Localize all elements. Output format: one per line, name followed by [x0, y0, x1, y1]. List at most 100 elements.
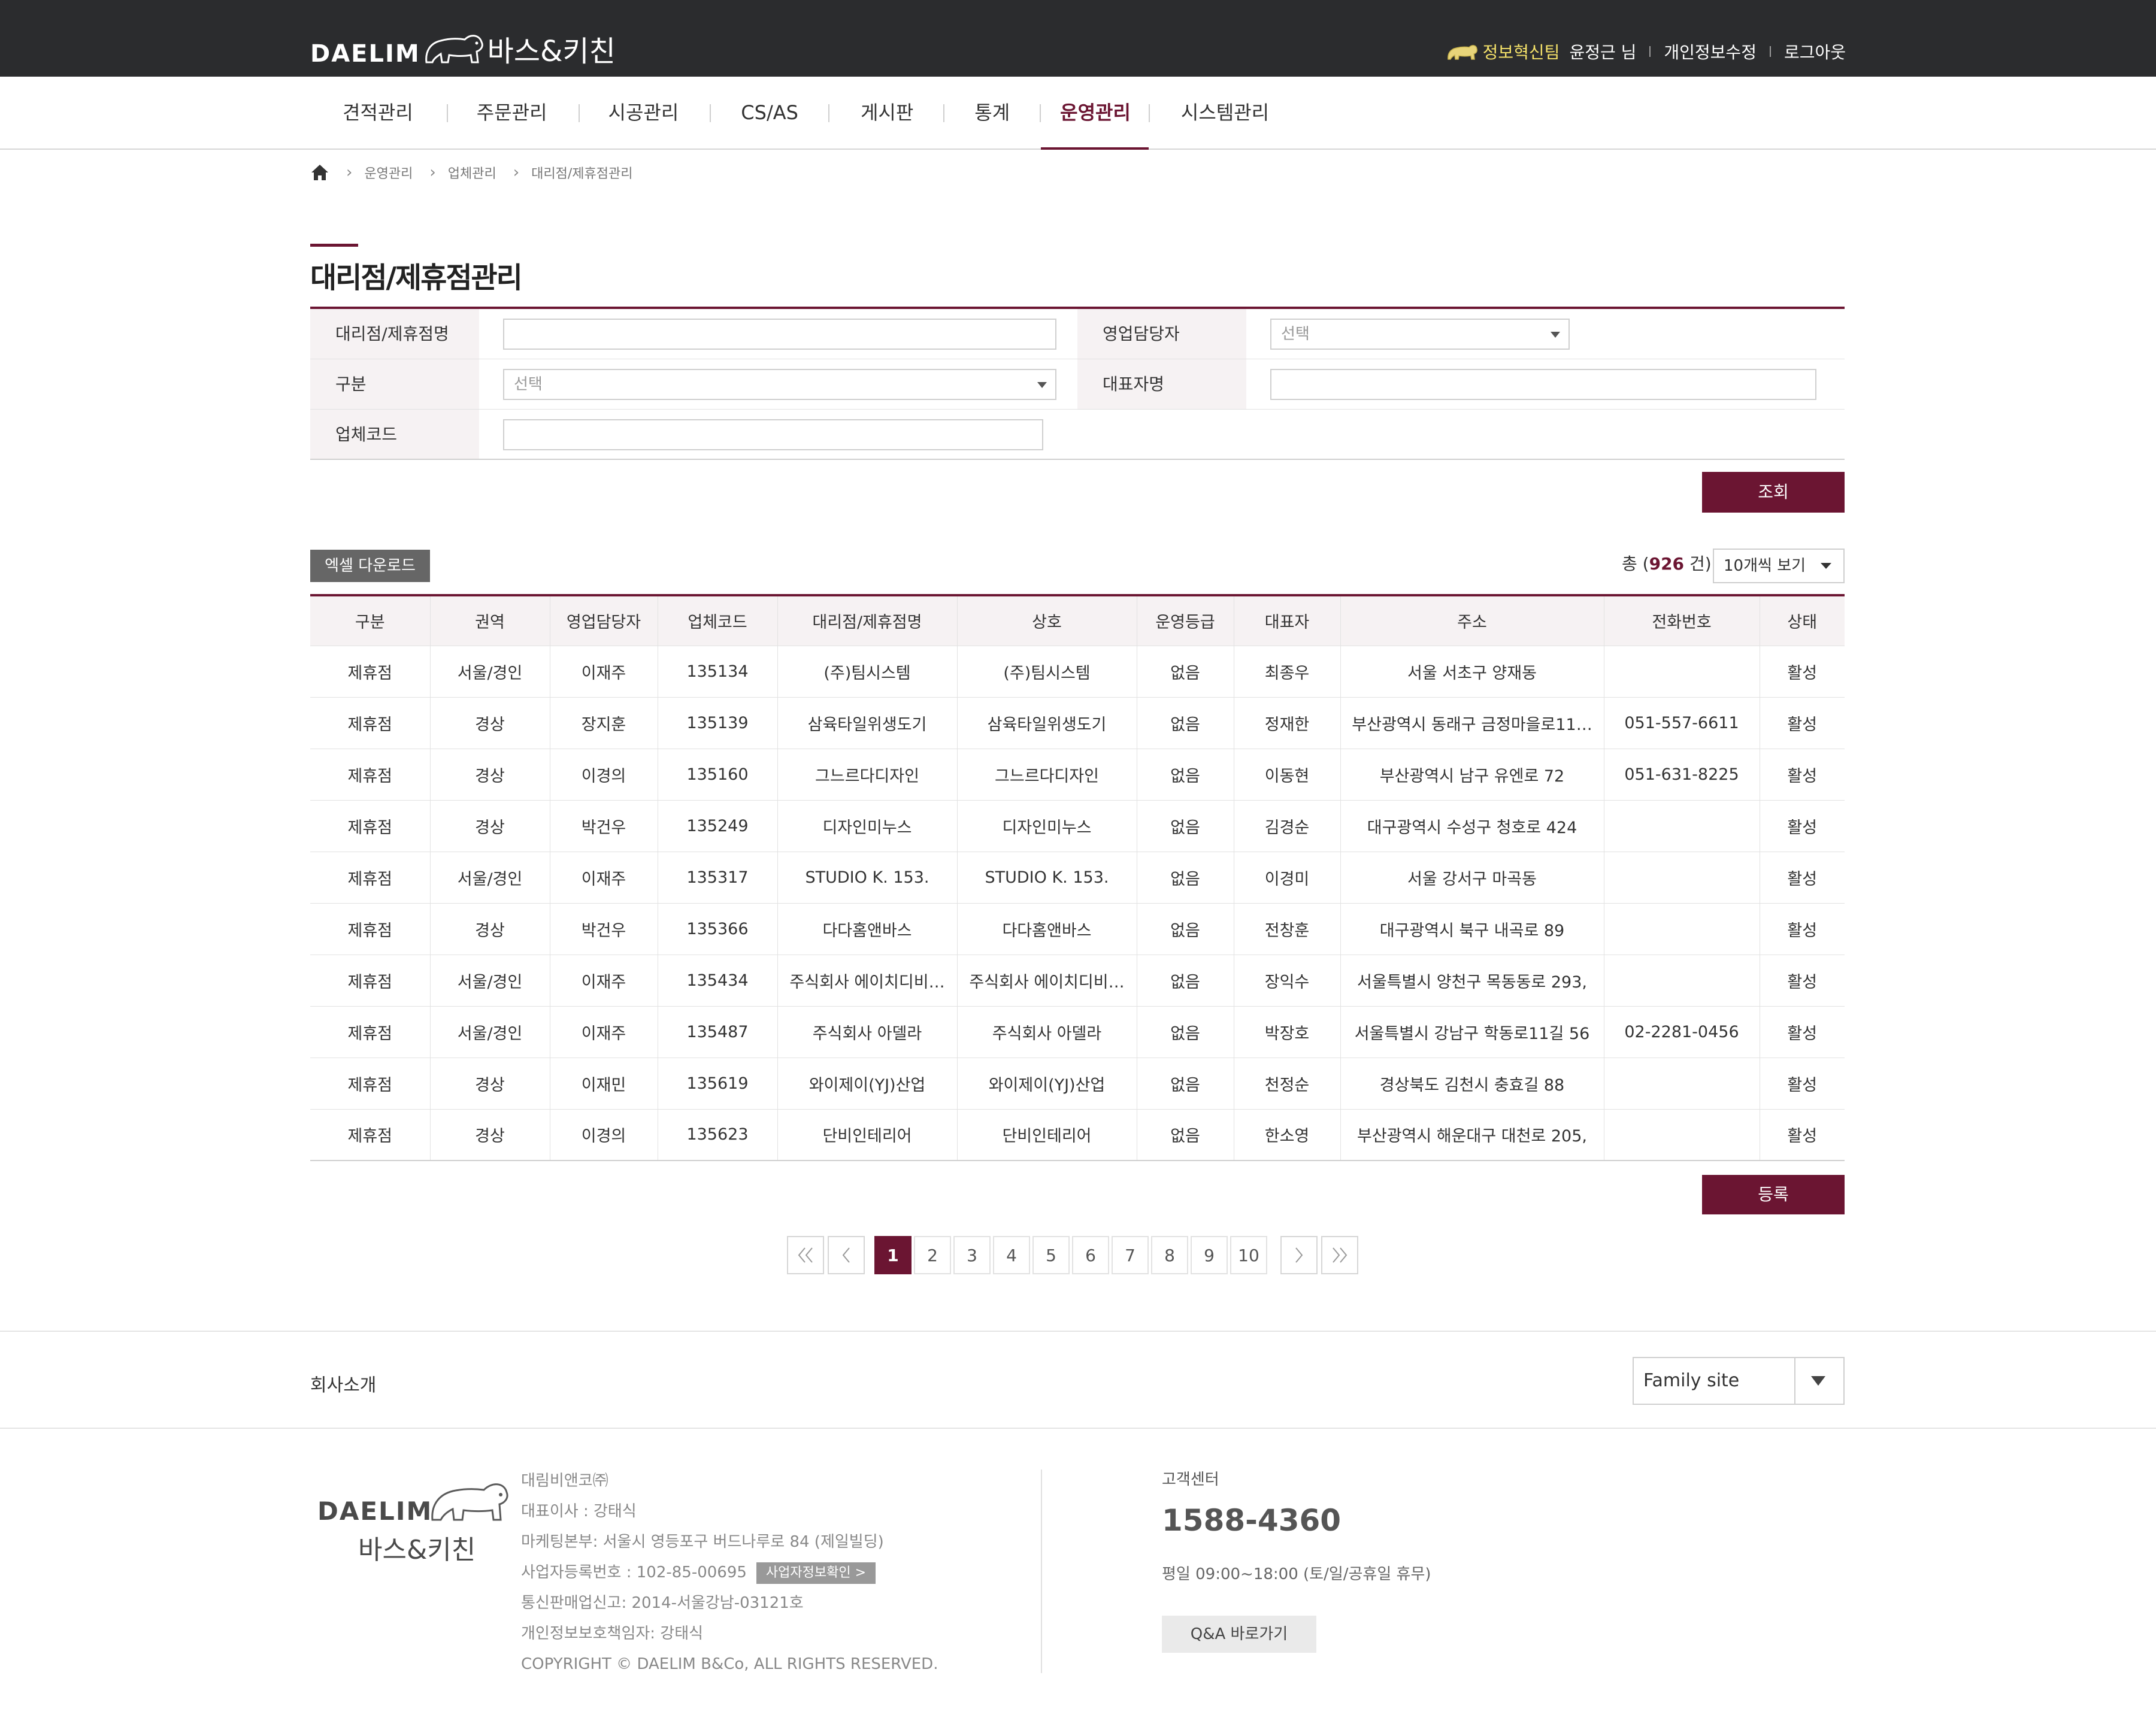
nav-label: 통계	[974, 101, 1010, 124]
table-cell: 와이제이(YJ)산업	[777, 1058, 958, 1110]
first-page-button[interactable]	[787, 1236, 824, 1274]
register-button[interactable]: 등록	[1702, 1175, 1845, 1214]
divider	[1794, 1358, 1795, 1404]
page-number-button[interactable]: 8	[1151, 1236, 1188, 1274]
home-icon[interactable]	[310, 163, 329, 181]
sales-manager-select[interactable]: 선택	[1270, 319, 1570, 350]
excel-download-button[interactable]: 엑셀 다운로드	[310, 550, 430, 582]
table-row[interactable]: 제휴점 경상 이경의 135623 단비인테리어 단비인테리어 없음 한소영 부산광역시 해운대…	[310, 1109, 1845, 1161]
customer-center-title: 고객센터	[1162, 1471, 1219, 1489]
table-row[interactable]: 제휴점 서울/경인 이재주 135317 STUDIO K. 153. STUDIO K.…	[310, 852, 1845, 904]
page-number-button[interactable]: 3	[953, 1236, 991, 1274]
bear-team-icon	[1447, 45, 1477, 60]
prev-page-button[interactable]	[828, 1236, 865, 1274]
table-cell: 부산광역시 남구 유엔로 72	[1340, 749, 1604, 801]
nav-item-cs-as[interactable]: CS/AS	[711, 77, 829, 149]
sales-manager-cell: 선택	[1246, 309, 1845, 359]
caret-down-icon	[1821, 563, 1831, 569]
table-cell: 활성	[1760, 646, 1845, 698]
edit-profile-link[interactable]: 개인정보수정	[1664, 40, 1757, 63]
last-page-button[interactable]	[1321, 1236, 1358, 1274]
polar-bear-icon	[425, 35, 483, 63]
table-cell: 이재주	[550, 852, 658, 904]
table-row[interactable]: 제휴점 서울/경인 이재주 135134 (주)팀시스템 (주)팀시스템 없음 최종우 서울 서…	[310, 646, 1845, 698]
privacy-officer: 개인정보보호책임자: 강태식	[521, 1625, 704, 1643]
page-number-button[interactable]: 4	[993, 1236, 1030, 1274]
table-row[interactable]: 제휴점 경상 이재민 135619 와이제이(YJ)산업 와이제이(YJ)산업 없음 천정순 경…	[310, 1058, 1845, 1110]
nav-item-quote[interactable]: 견적관리	[321, 77, 448, 149]
nav-label: 운영관리	[1060, 101, 1131, 124]
page-number-button[interactable]: 5	[1032, 1236, 1070, 1274]
table-cell: 삼육타일위생도기	[957, 697, 1137, 749]
table-cell	[1604, 1109, 1760, 1161]
table-cell: 제휴점	[310, 903, 431, 955]
column-header: 구분	[310, 595, 431, 646]
copyright: COPYRIGHT © DAELIM B&Co, ALL RIGHTS RESE…	[521, 1655, 938, 1673]
table-row[interactable]: 제휴점 경상 박건우 135249 디자인미누스 디자인미누스 없음 김경순 대구광역시 수성구…	[310, 800, 1845, 852]
table-cell: 제휴점	[310, 646, 431, 698]
table-cell: 경상	[430, 903, 550, 955]
table-cell: 박장호	[1234, 1006, 1341, 1058]
column-header: 대표자	[1234, 595, 1341, 646]
page-size-select[interactable]: 10개씩 보기	[1713, 549, 1845, 583]
daelim-logo[interactable]: DAELIM 바스&키친	[310, 23, 616, 66]
table-row[interactable]: 제휴점 경상 이경의 135160 그느르다디자인 그느르다디자인 없음 이동현 부산광역시 남…	[310, 749, 1845, 801]
table-row[interactable]: 제휴점 서울/경인 이재주 135487 주식회사 아델라 주식회사 아델라 없음 박장호 서울…	[310, 1006, 1845, 1058]
breadcrumb-item[interactable]: 업체관리	[448, 163, 496, 182]
table-cell: 활성	[1760, 852, 1845, 904]
table-cell: 없음	[1137, 646, 1234, 698]
title-accent-bar	[310, 244, 358, 247]
table-cell: (주)팀시스템	[957, 646, 1137, 698]
table-cell: 없음	[1137, 1058, 1234, 1110]
nav-label: CS/AS	[741, 101, 798, 124]
table-cell: 135249	[658, 800, 778, 852]
search-row: 구분 선택 대표자명	[310, 359, 1845, 410]
page-number-button[interactable]: 2	[914, 1236, 951, 1274]
nav-item-stats[interactable]: 통계	[944, 77, 1041, 149]
column-header: 영업담당자	[550, 595, 658, 646]
table-row[interactable]: 제휴점 경상 박건우 135366 다다홈앤바스 다다홈앤바스 없음 전창훈 대구광역시 북구 …	[310, 903, 1845, 955]
total-suffix: 건)	[1684, 554, 1712, 574]
family-site-select[interactable]: Family site	[1633, 1357, 1845, 1405]
table-cell: 이경의	[550, 1109, 658, 1161]
nav-item-construction[interactable]: 시공관리	[580, 77, 711, 149]
page-number-button[interactable]: 7	[1112, 1236, 1149, 1274]
table-cell: 활성	[1760, 749, 1845, 801]
page-number-button[interactable]: 6	[1072, 1236, 1109, 1274]
type-select[interactable]: 선택	[503, 369, 1056, 400]
ceo-name-input[interactable]	[1270, 369, 1816, 400]
table-cell: 활성	[1760, 1006, 1845, 1058]
company-name: 대림비앤코㈜	[521, 1472, 608, 1490]
customer-center-phone: 1588-4360	[1162, 1503, 1342, 1538]
table-cell: 없음	[1137, 1006, 1234, 1058]
table-cell: 이재주	[550, 955, 658, 1007]
page-number-button[interactable]: 1	[874, 1236, 912, 1274]
table-cell: STUDIO K. 153.	[957, 852, 1137, 904]
table-cell: 제휴점	[310, 1058, 431, 1110]
chevron-right-icon	[1295, 1247, 1303, 1263]
nav-item-system[interactable]: 시스템관리	[1148, 77, 1287, 149]
nav-label: 주문관리	[476, 101, 547, 124]
logout-link[interactable]: 로그아웃	[1784, 40, 1846, 63]
page-number-list: 1 2 3 4 5 6 7 8 9 10	[872, 1236, 1267, 1274]
company-intro-link[interactable]: 회사소개	[310, 1370, 376, 1396]
company-code-input[interactable]	[503, 419, 1043, 450]
breadcrumb-item[interactable]: 운영관리	[364, 163, 413, 182]
caret-down-icon	[1551, 332, 1560, 338]
nav-item-order[interactable]: 주문관리	[448, 77, 580, 149]
nav-item-operation[interactable]: 운영관리	[1041, 77, 1149, 150]
table-row[interactable]: 제휴점 서울/경인 이재주 135434 주식회사 에이치디비… 주식회사 에이치디비… 없…	[310, 955, 1845, 1007]
qa-shortcut-button[interactable]: Q&A 바로가기	[1162, 1616, 1316, 1653]
business-info-check-button[interactable]: 사업자정보확인 >	[756, 1562, 876, 1584]
company-code-cell	[479, 410, 1845, 459]
next-page-button[interactable]	[1280, 1236, 1318, 1274]
mail-order-registration: 통신판매업신고: 2014-서울강남-03121호	[521, 1594, 804, 1612]
page-number-button[interactable]: 9	[1191, 1236, 1228, 1274]
agency-name-input[interactable]	[503, 319, 1056, 350]
table-row[interactable]: 제휴점 경상 장지훈 135139 삼육타일위생도기 삼육타일위생도기 없음 정재한 부산광역시…	[310, 697, 1845, 749]
nav-item-board[interactable]: 게시판	[829, 77, 945, 149]
chevron-right-icon: ›	[346, 163, 353, 181]
search-button[interactable]: 조회	[1702, 472, 1845, 513]
table-header-row: 구분 권역 영업담당자 업체코드 대리점/제휴점명 상호 운영등급 대표자 주소 전화번호 상태	[310, 595, 1845, 646]
page-number-button[interactable]: 10	[1230, 1236, 1267, 1274]
